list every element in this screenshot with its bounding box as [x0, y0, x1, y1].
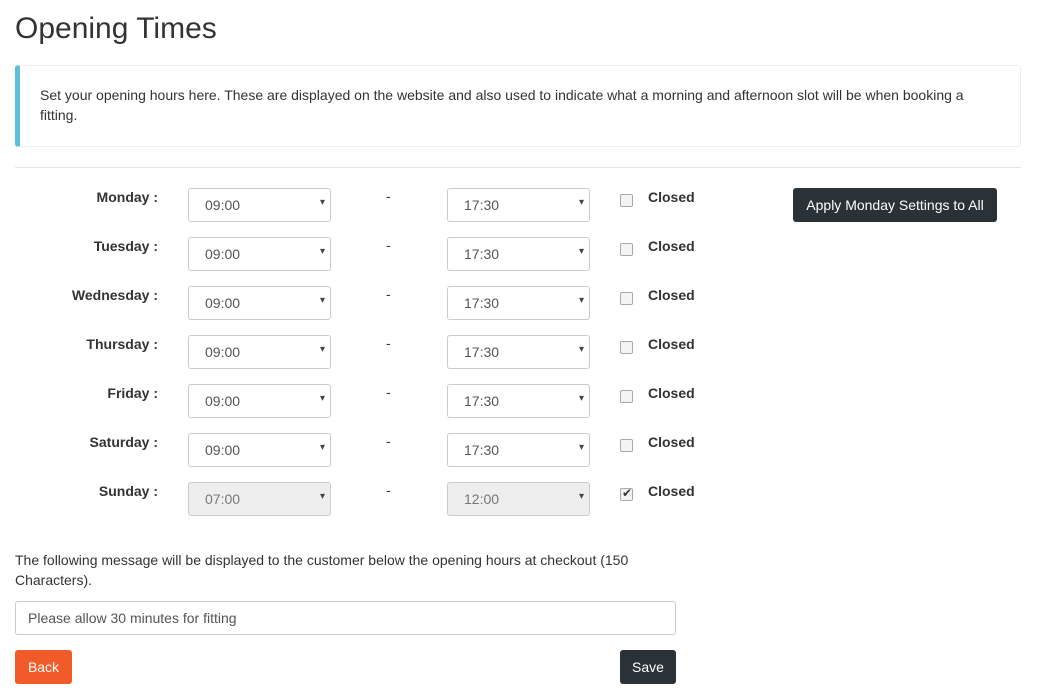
select-value: 09:00 — [205, 295, 241, 311]
select-value: 07:00 — [205, 491, 241, 507]
chevron-down-icon: ▾ — [578, 393, 584, 404]
chevron-down-icon: ▾ — [578, 442, 584, 453]
select-value: 09:00 — [205, 442, 241, 458]
wednesday-open-select[interactable]: 09:00 ▾ — [188, 286, 331, 320]
day-label: Saturday : — [89, 434, 158, 450]
select-value: 09:00 — [205, 246, 241, 262]
select-value: 17:30 — [464, 442, 500, 458]
select-value: 17:30 — [464, 393, 500, 409]
closed-label: Closed — [648, 189, 695, 205]
checkmark-icon: ✔ — [622, 486, 633, 500]
chevron-down-icon: ▾ — [319, 442, 325, 453]
closed-label: Closed — [648, 434, 695, 450]
chevron-down-icon: ▾ — [319, 344, 325, 355]
day-label: Monday : — [96, 189, 158, 205]
day-label: Wednesday : — [71, 287, 158, 303]
time-separator: - — [386, 482, 391, 498]
chevron-down-icon: ▾ — [319, 295, 325, 306]
chevron-down-icon: ▾ — [319, 491, 325, 502]
time-separator: - — [386, 335, 391, 351]
wednesday-close-select[interactable]: 17:30 ▾ — [447, 286, 590, 320]
time-separator: - — [386, 433, 391, 449]
divider — [15, 167, 1021, 168]
info-text: Set your opening hours here. These are d… — [40, 87, 964, 123]
thursday-close-select[interactable]: 17:30 ▾ — [447, 335, 590, 369]
select-value: 12:00 — [464, 491, 500, 507]
closed-label: Closed — [648, 238, 695, 254]
select-value: 09:00 — [205, 393, 241, 409]
day-label: Friday : — [107, 385, 158, 401]
sunday-close-select[interactable]: 12:00 ▾ — [447, 482, 590, 516]
select-value: 17:30 — [464, 295, 500, 311]
checkout-message-input[interactable]: Please allow 30 minutes for fitting — [15, 601, 676, 635]
friday-closed-checkbox[interactable] — [620, 390, 633, 403]
day-label: Sunday : — [98, 483, 158, 499]
monday-close-select[interactable]: 17:30 ▾ — [447, 188, 590, 222]
sunday-open-select[interactable]: 07:00 ▾ — [188, 482, 331, 516]
day-label: Thursday : — [86, 336, 158, 352]
info-callout: Set your opening hours here. These are d… — [15, 65, 1021, 147]
chevron-down-icon: ▾ — [578, 197, 584, 208]
tuesday-open-select[interactable]: 09:00 ▾ — [188, 237, 331, 271]
monday-closed-checkbox[interactable] — [620, 194, 633, 207]
saturday-open-select[interactable]: 09:00 ▾ — [188, 433, 331, 467]
select-value: 17:30 — [464, 344, 500, 360]
select-value: 17:30 — [464, 246, 500, 262]
chevron-down-icon: ▾ — [578, 246, 584, 257]
chevron-down-icon: ▾ — [578, 344, 584, 355]
sunday-closed-checkbox[interactable]: ✔ — [620, 486, 633, 501]
time-separator: - — [386, 384, 391, 400]
chevron-down-icon: ▾ — [319, 197, 325, 208]
tuesday-closed-checkbox[interactable] — [620, 243, 633, 256]
chevron-down-icon: ▾ — [319, 393, 325, 404]
day-label: Tuesday : — [93, 238, 158, 254]
time-separator: - — [386, 286, 391, 302]
thursday-open-select[interactable]: 09:00 ▾ — [188, 335, 331, 369]
friday-open-select[interactable]: 09:00 ▾ — [188, 384, 331, 418]
thursday-closed-checkbox[interactable] — [620, 341, 633, 354]
back-button[interactable]: Back — [15, 650, 72, 684]
time-separator: - — [386, 188, 391, 204]
chevron-down-icon: ▾ — [578, 491, 584, 502]
monday-open-select[interactable]: 09:00 ▾ — [188, 188, 331, 222]
apply-monday-to-all-button[interactable]: Apply Monday Settings to All — [793, 188, 997, 222]
closed-label: Closed — [648, 483, 695, 499]
page-title: Opening Times — [15, 12, 217, 45]
checkout-message-label: The following message will be displayed … — [15, 552, 629, 588]
tuesday-close-select[interactable]: 17:30 ▾ — [447, 237, 590, 271]
chevron-down-icon: ▾ — [578, 295, 584, 306]
select-value: 09:00 — [205, 344, 241, 360]
chevron-down-icon: ▾ — [319, 246, 325, 257]
friday-close-select[interactable]: 17:30 ▾ — [447, 384, 590, 418]
wednesday-closed-checkbox[interactable] — [620, 292, 633, 305]
select-value: 09:00 — [205, 197, 241, 213]
closed-label: Closed — [648, 287, 695, 303]
time-separator: - — [386, 237, 391, 253]
saturday-closed-checkbox[interactable] — [620, 439, 633, 452]
save-button[interactable]: Save — [620, 650, 676, 684]
saturday-close-select[interactable]: 17:30 ▾ — [447, 433, 590, 467]
closed-label: Closed — [648, 385, 695, 401]
select-value: 17:30 — [464, 197, 500, 213]
closed-label: Closed — [648, 336, 695, 352]
